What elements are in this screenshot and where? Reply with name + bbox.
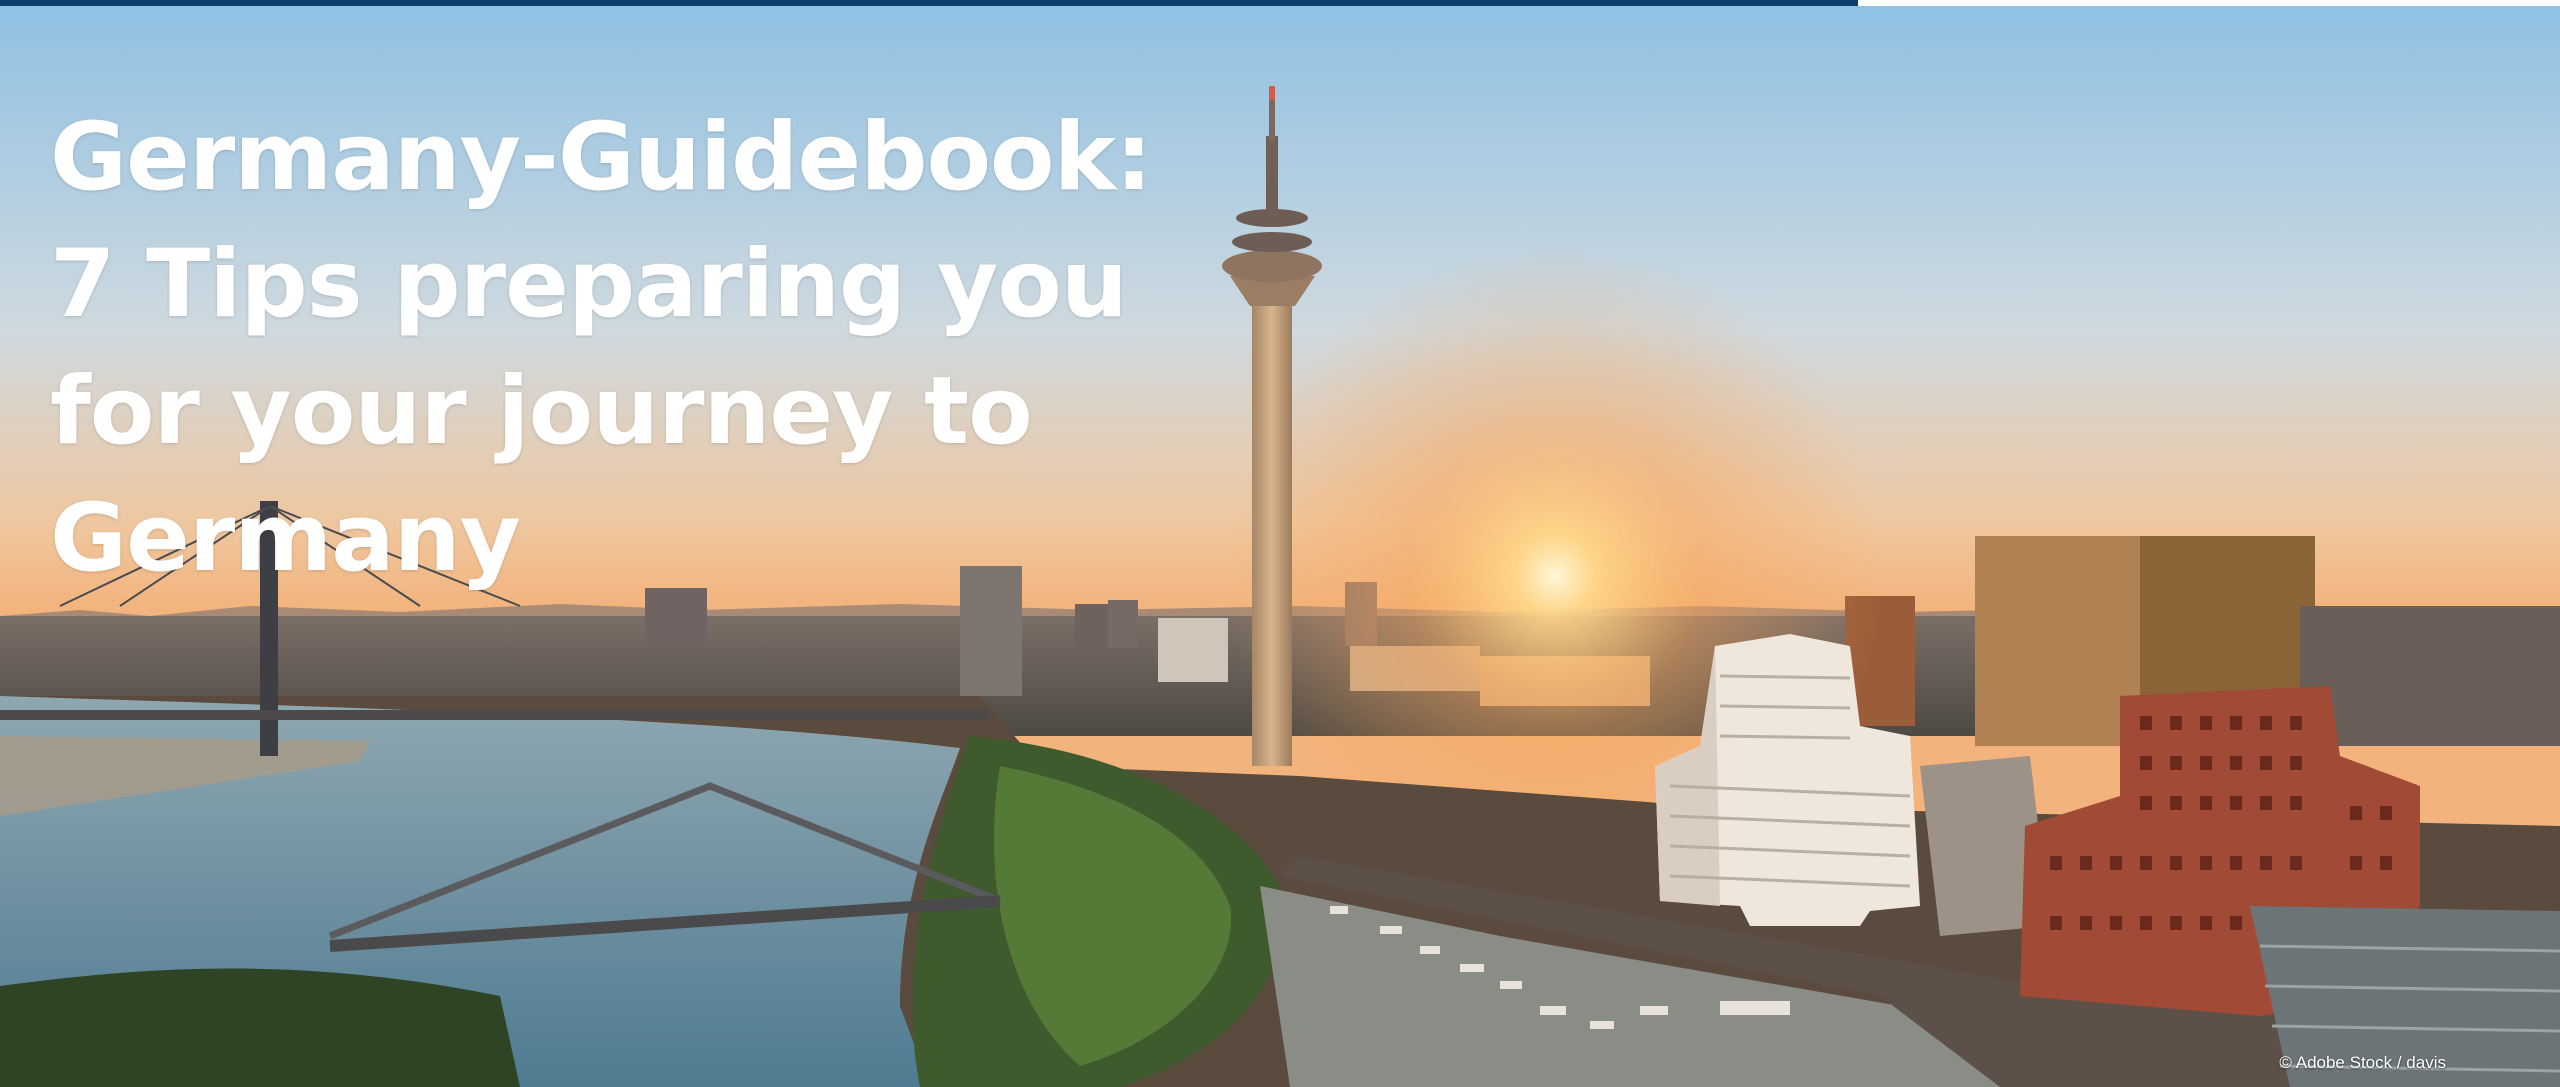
headline: Germany-Guidebook: 7 Tips preparing you … bbox=[50, 94, 1153, 602]
headline-line-4: Germany bbox=[50, 484, 521, 593]
hero-banner: Germany-Guidebook: 7 Tips preparing you … bbox=[0, 6, 2560, 1087]
photo-credit: © Adobe Stock / davis bbox=[2279, 1053, 2446, 1072]
headline-line-2: 7 Tips preparing you bbox=[50, 230, 1128, 339]
headline-line-3: for your journey to bbox=[50, 357, 1033, 466]
headline-line-1: Germany-Guidebook: bbox=[50, 103, 1153, 212]
